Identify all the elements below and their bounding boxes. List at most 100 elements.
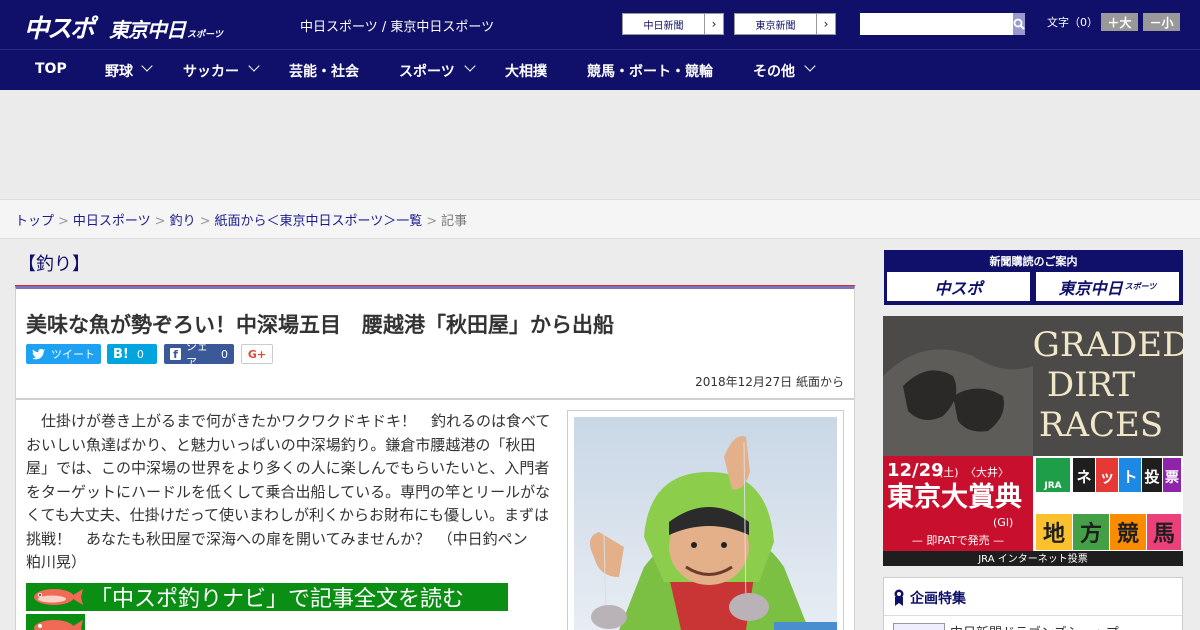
banner-chiho-char: 地	[1043, 522, 1065, 547]
banner-race-name: 東京大賞典	[887, 481, 1022, 513]
hatena-button[interactable]: B! 0	[107, 344, 157, 364]
breadcrumb-list[interactable]: 紙面から＜東京中日スポーツ＞一覧	[215, 214, 423, 229]
angler-with-fish-photo	[574, 417, 837, 630]
main-nav: TOP 野球 サッカー 芸能・社会 スポーツ 大相撲 競馬・ボート・競輪 その他	[0, 49, 1200, 90]
nav-item-sumo[interactable]: 大相撲	[505, 61, 547, 81]
dragons-shop-thumbnail[interactable]	[893, 623, 945, 630]
banner-net-char: 投	[1144, 468, 1159, 486]
subscription-box[interactable]: 新聞購読のご案内 中スポ 東京中日 スポーツ	[884, 250, 1183, 305]
fish-icon	[34, 589, 83, 605]
banner-venue: 〈大井〉	[965, 465, 1009, 479]
dragons-shop-link[interactable]: 中日新聞ドラゴンズショップ	[950, 622, 1119, 630]
twitter-icon	[32, 348, 45, 359]
banner-net-char: 票	[1165, 470, 1179, 486]
font-larger-button[interactable]: ＋大	[1101, 13, 1138, 31]
breadcrumb-separator: >	[154, 214, 166, 229]
nav-item-top[interactable]: TOP	[35, 61, 67, 77]
chevron-down-icon	[464, 60, 476, 72]
read-more-banner-continued	[26, 614, 85, 630]
tweet-button[interactable]: ツイート	[26, 344, 101, 364]
font-smaller-button[interactable]: －小	[1143, 13, 1180, 31]
nav-item-entertainment[interactable]: 芸能・社会	[289, 61, 359, 81]
hatena-count: 0	[136, 347, 144, 361]
banner-date: 12/29	[887, 460, 944, 481]
tokyo-shimbun-link[interactable]: 東京新聞 ›	[734, 13, 836, 35]
logo-sports: スポーツ	[187, 30, 223, 40]
hatena-icon: B!	[113, 346, 129, 362]
breadcrumb-chunichi-sports[interactable]: 中日スポーツ	[73, 214, 151, 229]
breadcrumb-current: 記事	[441, 214, 468, 229]
chevron-down-icon	[804, 60, 816, 72]
search-input[interactable]	[860, 13, 1013, 35]
banner-net-char: ト	[1122, 468, 1137, 486]
banner-jra-label: JRA	[1043, 481, 1061, 491]
facebook-count: 0	[221, 347, 228, 361]
site-header: 中スポ 東京中日 スポーツ 中日スポーツ / 東京中日スポーツ 中日新聞 › 東…	[0, 0, 1200, 49]
breadcrumb-top[interactable]: トップ	[15, 214, 54, 229]
divider	[884, 615, 1182, 616]
ribbon-icon	[894, 589, 904, 606]
banner-line-races: RACES	[1039, 405, 1163, 445]
chunichi-shimbun-link[interactable]: 中日新聞 ›	[622, 13, 724, 35]
special-features-heading: 企画特集	[894, 588, 966, 608]
banner-line-graded: GRADED	[1033, 325, 1183, 365]
special-features-box: 企画特集 中日新聞ドラゴンズショップ	[883, 577, 1183, 630]
nav-item-other[interactable]: その他	[753, 61, 795, 81]
chevron-right-icon: ›	[704, 14, 723, 34]
special-features-title: 企画特集	[910, 591, 966, 607]
subscribe-tokyo-chunichi-link[interactable]: 東京中日 スポーツ	[1036, 272, 1179, 301]
search-icon	[1013, 18, 1025, 30]
ext-link-label: 東京新聞	[755, 20, 796, 32]
article-body: 仕掛けが巻き上がるまで何がきたかワクワクドキドキ！ 釣れるのは食べておいしい魚達…	[15, 399, 855, 630]
banner-pat: — 即PATで発売 —	[912, 533, 1004, 547]
nav-item-racing[interactable]: 競馬・ボート・競輪	[587, 61, 713, 81]
banner-graphic: GRADED DIRT RACES 12/29 (土) 〈大井〉 東京大賞典 (…	[883, 316, 1183, 566]
read-more-label: 「中スポ釣りナビ」で記事全文を読む	[90, 587, 465, 612]
article-photo[interactable]	[567, 410, 844, 630]
facebook-share-label: シェア	[185, 340, 208, 369]
banner-chiho-char: 競	[1117, 521, 1139, 547]
facebook-icon: f	[170, 348, 181, 361]
banner-chiho-char: 方	[1080, 521, 1102, 547]
banner-day-of-week: (土)	[939, 466, 959, 479]
article-lead: 仕掛けが巻き上がるまで何がきたかワクワクドキドキ！ 釣れるのは食べておいしい魚達…	[26, 412, 551, 571]
tweet-label: ツイート	[51, 348, 95, 361]
read-more-banner[interactable]: 「中スポ釣りナビ」で記事全文を読む	[26, 583, 508, 612]
banner-grade: (GI)	[993, 516, 1013, 529]
chevron-right-icon: ›	[816, 14, 835, 34]
ext-link-label: 中日新聞	[643, 20, 684, 32]
site-logo[interactable]: 中スポ 東京中日 スポーツ	[24, 9, 223, 43]
breadcrumb-separator: >	[58, 214, 69, 229]
tokyo-daishoten-ad-banner[interactable]: GRADED DIRT RACES 12/29 (土) 〈大井〉 東京大賞典 (…	[883, 316, 1183, 566]
subscribe-chuspo-link[interactable]: 中スポ	[887, 272, 1030, 301]
nav-item-sports[interactable]: スポーツ	[399, 61, 455, 81]
breadcrumb-separator: >	[426, 214, 438, 229]
google-plus-button[interactable]: G+	[241, 344, 273, 364]
site-name-link[interactable]: 中日スポーツ / 東京中日スポーツ	[300, 16, 494, 35]
fish-icon	[34, 620, 83, 630]
breadcrumb-separator: >	[199, 214, 211, 229]
banner-line-dirt: DIRT	[1047, 365, 1136, 405]
search-box	[860, 13, 1025, 35]
facebook-share-button[interactable]: f シェア 0	[164, 340, 234, 369]
banner-net-char: ッ	[1099, 468, 1114, 486]
article-date: 2018年12月27日 紙面から	[695, 375, 844, 389]
nav-item-soccer[interactable]: サッカー	[183, 61, 239, 81]
banner-chiho-char: 馬	[1153, 522, 1175, 547]
subscribe-tokyo-chunichi-sub: スポーツ	[1124, 282, 1157, 291]
banner-net-char: ネ	[1076, 468, 1091, 486]
chevron-down-icon	[141, 60, 153, 72]
logo-tokyo-chunichi: 東京中日	[109, 18, 186, 42]
search-button[interactable]	[1013, 13, 1025, 35]
ad-space	[0, 90, 1200, 200]
breadcrumb-fishing[interactable]: 釣り	[170, 214, 196, 229]
chevron-down-icon	[248, 60, 260, 72]
logo-chuspo: 中スポ	[24, 14, 95, 43]
category-heading: 【釣り】	[15, 249, 855, 287]
banner-jra-footer: JRA インターネット投票	[977, 552, 1088, 565]
subscribe-tokyo-chunichi-label: 東京中日	[1058, 278, 1123, 298]
nav-item-baseball[interactable]: 野球	[105, 61, 133, 81]
subscription-title: 新聞購読のご案内	[989, 255, 1078, 268]
article-header: 美味な魚が勢ぞろい！中深場五目 腰越港「秋田屋」から出船 ツイート B! 0 f…	[15, 286, 855, 399]
font-size-label: 文字（0）	[1047, 16, 1098, 29]
